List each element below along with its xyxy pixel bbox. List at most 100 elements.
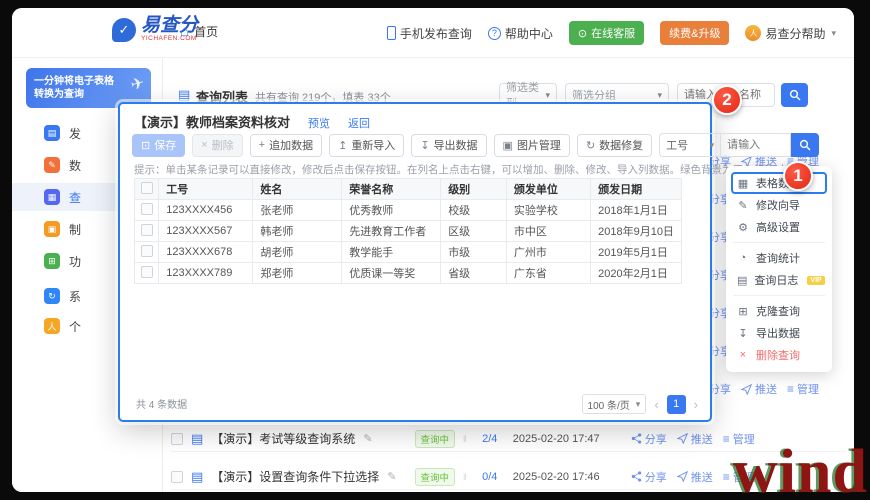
clone-icon: ⊞ (737, 305, 749, 318)
row-date: 2025-02-20 17:46 (513, 471, 621, 483)
online-service-button[interactable]: ⊙ 在线客服 (569, 21, 644, 45)
trash-icon: × (737, 349, 749, 361)
status-badge: 查询中 (415, 468, 456, 486)
row-checkbox[interactable] (141, 266, 153, 278)
next-page-button[interactable]: › (694, 398, 698, 411)
back-link[interactable]: 返回 (348, 115, 370, 131)
modal-title: 【演示】教师档案资料核对 (134, 112, 290, 131)
col-header[interactable]: 姓名 (253, 179, 342, 200)
user-help-menu[interactable]: 人 易查分帮助 ▾ (745, 25, 836, 42)
menu-icon: ≡ (787, 382, 794, 396)
table-data-modal: 【演示】教师档案资料核对 预览 返回 ⊡保存 ×删除 +追加数据 ↥重新导入 ↧… (118, 102, 712, 422)
menu-item-query-log[interactable]: ▤查询日志VIP (731, 269, 827, 291)
query-list-icon: ▦ (44, 189, 60, 205)
table-row[interactable]: 123XXXX567韩老师先进教育工作者区级市中区2018年9月10日 (135, 221, 682, 242)
menu-item-edit-wizard[interactable]: ✎修改向导 (731, 194, 827, 216)
row-checkbox[interactable] (171, 433, 183, 445)
share-icon (631, 433, 642, 444)
export-data-button[interactable]: ↧导出数据 (411, 134, 486, 157)
refresh-icon: ↻ (586, 139, 595, 152)
share-icon (631, 471, 642, 482)
page-number[interactable]: 1 (667, 395, 686, 414)
menu-divider (733, 295, 825, 296)
menu-icon: ≡ (723, 470, 730, 484)
modal-search-button[interactable] (791, 133, 819, 157)
table-icon: ▦ (737, 177, 749, 190)
data-repair-button[interactable]: ↻数据修复 (577, 134, 652, 157)
trash-icon: × (201, 139, 207, 151)
row-checkbox[interactable] (141, 203, 153, 215)
modal-hint: 提示：单击某条记录可以直接修改，修改后点击保存按钮。在列名上点击右键，可以增加、… (134, 162, 827, 177)
edit-icon[interactable]: ✎ (363, 432, 372, 445)
question-icon: ? (488, 27, 501, 40)
push-link[interactable]: 推送 (741, 381, 777, 397)
modal-search-input[interactable] (727, 134, 784, 156)
nav-help-center[interactable]: ? 帮助中心 (488, 25, 553, 42)
col-header[interactable]: 颁发日期 (591, 179, 682, 200)
home-icon: ⌂ (180, 24, 189, 39)
select-all-checkbox[interactable] (141, 182, 153, 194)
edit-icon[interactable]: ✎ (387, 470, 396, 483)
document-icon: ▤ (191, 470, 203, 483)
list-search-button[interactable] (781, 83, 808, 107)
row-checkbox[interactable] (141, 245, 153, 257)
row-checkbox[interactable] (141, 224, 153, 236)
download-icon: ↧ (420, 139, 429, 152)
table-header-row: 工号 姓名 荣誉名称 级别 颁发单位 颁发日期 (135, 179, 682, 200)
paper-plane-icon (741, 384, 752, 395)
query-title: 【演示】考试等级查询系统 (211, 430, 355, 447)
preview-link[interactable]: 预览 (308, 115, 330, 131)
menu-item-export-data[interactable]: ↧导出数据 (731, 322, 827, 344)
col-header[interactable]: 荣誉名称 (342, 179, 441, 200)
person-icon: 人 (44, 318, 60, 334)
save-icon: ⊡ (141, 139, 150, 152)
plus-icon: + (259, 139, 265, 151)
fill-count: 0/4 (475, 471, 505, 483)
menu-icon: ≡ (723, 432, 730, 446)
page-size-select[interactable]: 100 条/页▾ (582, 394, 647, 414)
col-header[interactable]: 级别 (441, 179, 507, 200)
push-link[interactable]: 推送 (677, 431, 713, 447)
search-field-select[interactable]: 工号▾ (659, 133, 721, 157)
nav-home[interactable]: ⌂ 首页 (180, 23, 218, 40)
row-checkbox[interactable] (171, 471, 183, 483)
nav-help-center-label: 帮助中心 (505, 25, 553, 42)
pagination: 100 条/页▾ ‹ 1 › (582, 394, 698, 414)
fill-count: 2/4 (475, 433, 505, 445)
push-link[interactable]: 推送 (677, 469, 713, 485)
menu-item-query-stats[interactable]: ◔查询统计 (731, 247, 827, 269)
table-row[interactable]: 123XXXX789郑老师优质课一等奖省级广东省2020年2月1日 (135, 263, 682, 284)
reimport-button[interactable]: ↥重新导入 (329, 134, 404, 157)
table-row[interactable]: 123XXXX456张老师优秀教师校级实验学校2018年1月1日 (135, 200, 682, 221)
image-manage-button[interactable]: ▣图片管理 (494, 134, 570, 157)
menu-item-advanced-settings[interactable]: ⚙高级设置 (731, 216, 827, 238)
publish-icon: ▤ (44, 125, 60, 141)
table-row[interactable]: 123XXXX678胡老师教学能手市级广州市2019年5月1日 (135, 242, 682, 263)
share-link[interactable]: 分享 (631, 469, 667, 485)
nav-mobile-publish-label: 手机发布查询 (400, 25, 472, 42)
make-icon: ▣ (44, 221, 60, 237)
menu-divider (733, 242, 825, 243)
menu-item-delete-query[interactable]: ×删除查询 (731, 344, 827, 366)
user-help-label: 易查分帮助 (765, 25, 825, 42)
upload-icon: ↥ (338, 139, 347, 152)
col-header[interactable]: 工号 (159, 179, 253, 200)
save-button[interactable]: ⊡保存 (132, 134, 185, 157)
paper-plane-icon (677, 471, 688, 482)
delete-button[interactable]: ×删除 (192, 134, 242, 157)
nav-mobile-publish[interactable]: 手机发布查询 (387, 25, 472, 42)
app-window: ✓ 易查分 YICHAFEN.COM ⌂ 首页 手机发布查询 ? 帮助中心 (12, 8, 854, 492)
menu-item-clone-query[interactable]: ⊞克隆查询 (731, 300, 827, 322)
list-icon: ▤ (178, 87, 190, 103)
chevron-down-icon: ▾ (636, 399, 641, 410)
col-header[interactable]: 颁发单位 (506, 179, 590, 200)
phone-icon (387, 26, 396, 40)
chevron-down-icon: ▾ (710, 140, 715, 151)
chevron-down-icon: ▾ (545, 90, 550, 101)
append-data-button[interactable]: +追加数据 (250, 134, 322, 157)
share-link[interactable]: 分享 (631, 431, 667, 447)
records-table: 工号 姓名 荣誉名称 级别 颁发单位 颁发日期 123XXXX456张老师优秀教… (134, 178, 682, 284)
renew-upgrade-button[interactable]: 续费&升级 (660, 21, 729, 45)
manage-link[interactable]: ≡管理 (787, 381, 819, 397)
prev-page-button[interactable]: ‹ (654, 398, 658, 411)
